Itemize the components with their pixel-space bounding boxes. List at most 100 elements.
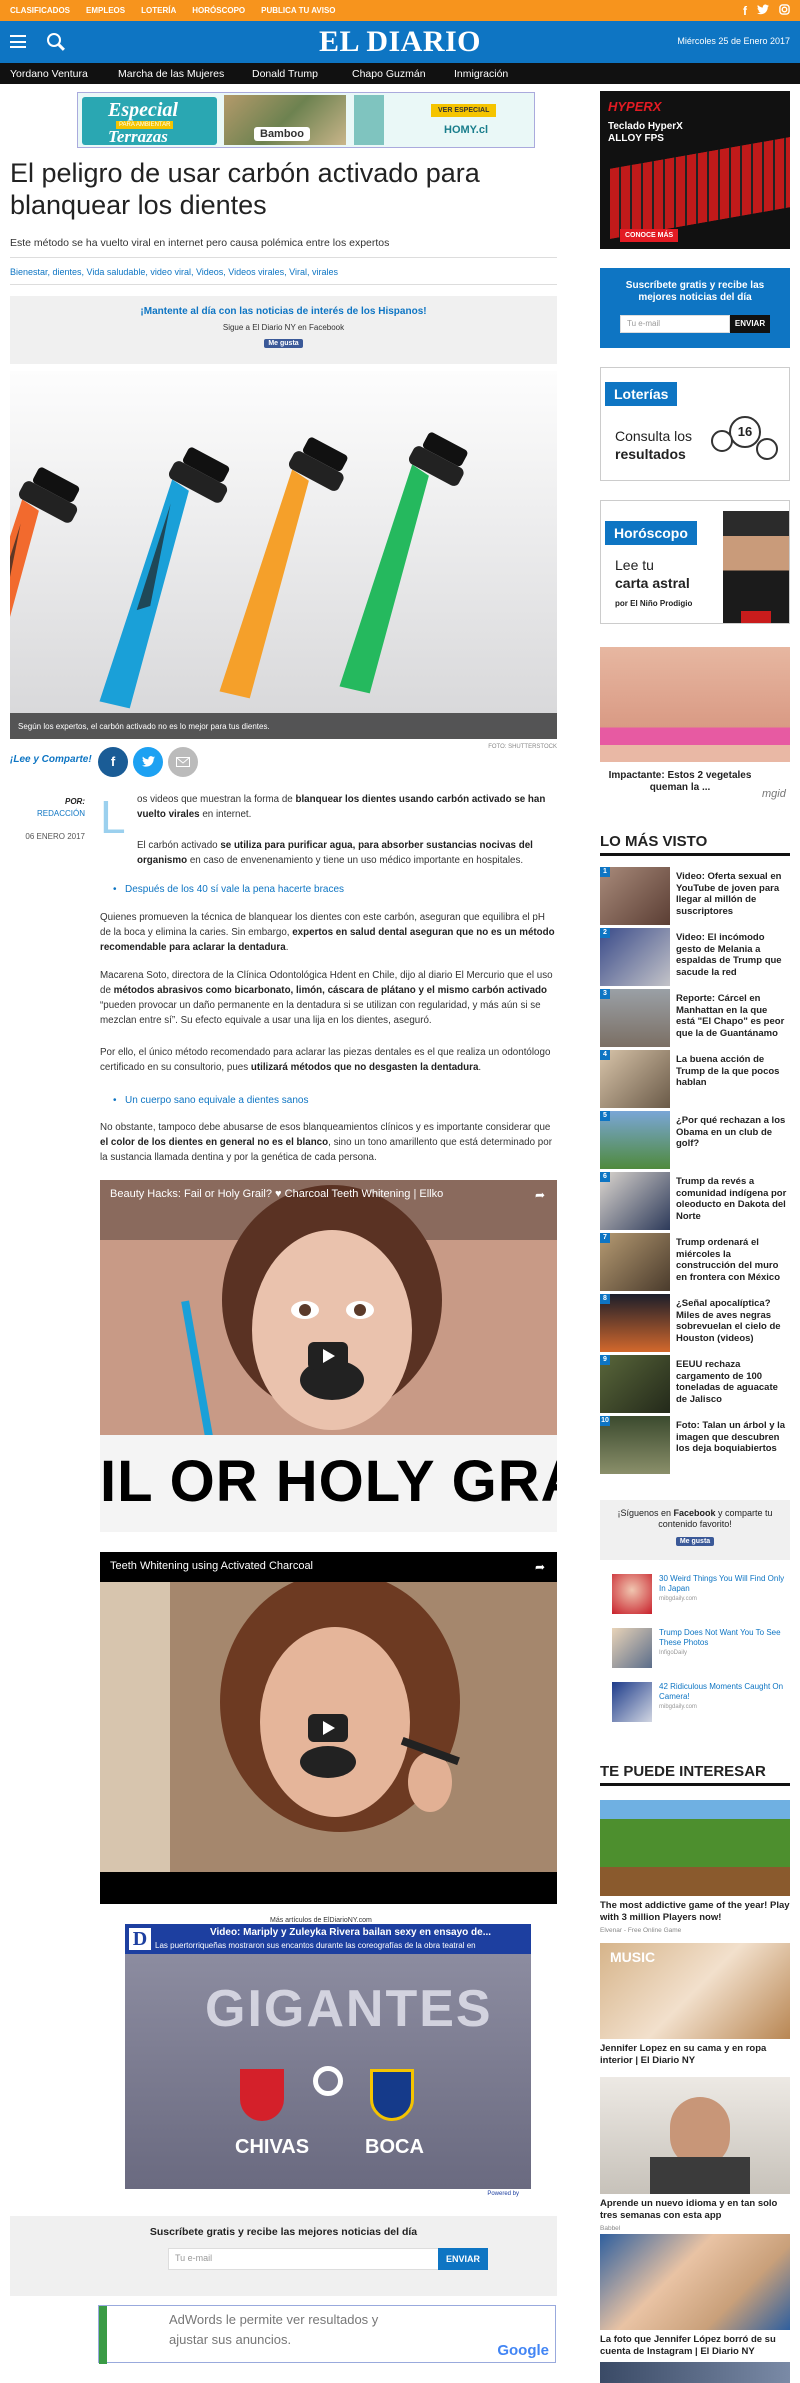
nav-item-chapo[interactable]: Chapo Guzmán xyxy=(352,68,426,80)
sidebar-hyperx-ad[interactable]: HYPERX Teclado HyperX ALLOY FPS CONOCE M… xyxy=(600,91,790,249)
dropcap: L xyxy=(100,791,126,843)
subscribe-box: Suscríbete gratis y recibe las mejores n… xyxy=(10,2216,557,2296)
mas-visto-item[interactable]: 9 EEUU rechaza cargamento de 100 tonelada… xyxy=(600,1355,790,1413)
article-tags[interactable]: Bienestar, dientes, Vida saludable, vide… xyxy=(10,267,338,277)
topbar-link-clasificados[interactable]: CLASIFICADOS xyxy=(10,6,70,15)
astrologer-photo xyxy=(723,511,789,623)
sidebar-fb-follow-box: ¡Síguenos en Facebook y comparte tu cont… xyxy=(600,1500,790,1560)
sidebar-subscribe-box: Suscríbete gratis y recibe las mejores n… xyxy=(600,268,790,348)
paragraph-3: Quienes promueven la técnica de blanquea… xyxy=(100,912,555,953)
horoscopo-text-2: carta astral xyxy=(615,575,690,591)
sidebar-subscribe-heading: Suscríbete gratis y recibe las mejores n… xyxy=(625,280,765,303)
subscribe-send-button[interactable]: ENVIAR xyxy=(438,2248,488,2270)
te-puede-image-2[interactable]: MUSIC xyxy=(600,1943,790,2039)
recommended-item[interactable]: 42 Ridiculous Moments Caught On Camera! m… xyxy=(612,1682,790,1727)
te-puede-image-3[interactable] xyxy=(600,2077,790,2194)
te-puede-title-2[interactable]: Jennifer Lopez en su cama y en ropa inte… xyxy=(600,2043,790,2067)
related-link-2[interactable]: Un cuerpo sano equivale a dientes sanos xyxy=(113,1095,308,1106)
header-date: Miércoles 25 de Enero 2017 xyxy=(677,36,790,46)
fb-follow-text: ¡Síguenos en Facebook y comparte tu cont… xyxy=(617,1508,773,1529)
divider xyxy=(10,257,557,258)
mas-visto-item[interactable]: 2 Video: El incómodo gesto de Melania a e… xyxy=(600,928,790,986)
sidebar-promo-text[interactable]: Impactante: Estos 2 vegetales queman la … xyxy=(605,770,755,794)
paragraph-6: No obstante, tampoco debe abusarse de es… xyxy=(100,1122,552,1163)
recommended-item[interactable]: 30 Weird Things You Will Find Only In Ja… xyxy=(612,1574,790,1619)
loterias-text-2: resultados xyxy=(615,446,686,462)
mas-visto-item[interactable]: 8 ¿Señal apocalíptica? Miles de aves negr… xyxy=(600,1294,790,1352)
horoscopo-text-1: Lee tu xyxy=(615,557,654,573)
chivas-crest-icon xyxy=(240,2069,284,2121)
sidebar-send-button[interactable]: ENVIAR xyxy=(730,315,770,333)
te-puede-title-4[interactable]: La foto que Jennifer López borró de su c… xyxy=(600,2334,790,2358)
more-video-team2: BOCA xyxy=(365,2136,424,2158)
trending-nav: Yordano Ventura Marcha de las Mujeres Do… xyxy=(0,63,800,84)
topbar-link-publica[interactable]: PUBLICA TU AVISO xyxy=(261,6,335,15)
nav-item-yordano[interactable]: Yordano Ventura xyxy=(10,68,88,80)
share-label: ¡Lee y Comparte! xyxy=(10,754,92,765)
mas-visto-item[interactable]: 10 Foto: Talan un árbol y la imagen que d… xyxy=(600,1416,790,1474)
nav-item-inmigracion[interactable]: Inmigración xyxy=(454,68,508,80)
topbar-link-horoscopo[interactable]: HORÓSCOPO xyxy=(192,6,245,15)
toothbrushes-illustration xyxy=(10,371,557,739)
ad-sub: Terrazas xyxy=(108,127,168,146)
nav-item-marcha[interactable]: Marcha de las Mujeres xyxy=(118,68,224,80)
subscribe-email-input[interactable]: Tu e-mail xyxy=(168,2248,448,2270)
twitter-icon[interactable] xyxy=(757,4,769,18)
te-puede-image-1[interactable] xyxy=(600,1800,790,1896)
hyperx-cta-button[interactable]: CONOCE MÁS xyxy=(620,229,679,242)
photo-credit: FOTO: SHUTTERSTOCK xyxy=(488,744,557,750)
te-puede-image-5[interactable] xyxy=(600,2362,790,2383)
ad-cta-button[interactable]: VER ESPECIAL xyxy=(431,104,497,117)
nav-item-trump[interactable]: Donald Trump xyxy=(252,68,318,80)
topbar-link-empleos[interactable]: EMPLEOS xyxy=(86,6,125,15)
fb-promo-heading: ¡Mantente al día con las noticias de int… xyxy=(140,306,427,317)
sidebar-email-input[interactable]: Tu e-mail xyxy=(620,315,730,333)
hero-caption: Según los expertos, el carbón activado n… xyxy=(10,713,557,739)
facebook-icon[interactable]: f xyxy=(743,4,747,18)
share-facebook-icon[interactable]: f xyxy=(98,747,128,777)
sidebar-promo-image[interactable] xyxy=(600,647,790,762)
divider xyxy=(10,284,557,285)
recommended-item[interactable]: Trump Does Not Want You To See These Pho… xyxy=(612,1628,790,1673)
mas-visto-item[interactable]: 4 La buena acción de Trump de la que poco… xyxy=(600,1050,790,1108)
video-player-1[interactable]: Beauty Hacks: Fail or Holy Grail? ♥ Char… xyxy=(100,1180,557,1532)
te-puede-image-4[interactable] xyxy=(600,2234,790,2330)
mas-visto-item[interactable]: 1 Video: Oferta sexual en YouTube de jove… xyxy=(600,867,790,925)
more-articles-widget[interactable]: D Video: Mariply y Zuleyka Rivera bailan… xyxy=(125,1924,531,2202)
article-subtitle: Este método se ha vuelto viral en intern… xyxy=(10,237,390,249)
sidebar-loterias-box[interactable]: Loterías Consulta los resultados 16 xyxy=(600,367,790,481)
horoscopo-label: Horóscopo xyxy=(605,521,697,545)
instagram-icon[interactable] xyxy=(779,3,790,18)
ad-store: HOMY.cl xyxy=(444,124,489,136)
video-1-title[interactable]: Beauty Hacks: Fail or Holy Grail? ♥ Char… xyxy=(110,1188,443,1200)
sidebar-fb-like-button[interactable]: Me gusta xyxy=(675,1537,715,1546)
video-share-icon[interactable]: ➦ xyxy=(535,1188,545,1202)
more-video-title[interactable]: Video: Mariply y Zuleyka Rivera bailan s… xyxy=(210,1927,491,1938)
share-email-icon[interactable] xyxy=(168,747,198,777)
boca-crest-icon xyxy=(370,2069,414,2121)
topbar-link-loteria[interactable]: LOTERÍA xyxy=(141,6,176,15)
video-2-title[interactable]: Teeth Whitening using Activated Charcoal xyxy=(110,1560,313,1572)
share-twitter-icon[interactable] xyxy=(133,747,163,777)
video-1-play-button[interactable] xyxy=(308,1342,348,1370)
fb-like-button[interactable]: Me gusta xyxy=(264,339,303,348)
google-adwords-ad[interactable]: AdWords le permite ver resultados y ajus… xyxy=(98,2305,556,2364)
related-link-1[interactable]: Después de los 40 sí vale la pena hacert… xyxy=(113,884,344,895)
powered-by: Powered by xyxy=(487,2191,519,2197)
video-2-play-button[interactable] xyxy=(308,1714,348,1742)
video-player-2[interactable]: Teeth Whitening using Activated Charcoal… xyxy=(100,1552,557,1904)
ad-headline: Especial xyxy=(108,99,178,121)
mas-visto-item[interactable]: 5 ¿Por qué rechazan a los Obama en un clu… xyxy=(600,1111,790,1169)
paragraph-1: os videos que muestran la forma de blanq… xyxy=(137,794,546,820)
mas-visto-item[interactable]: 6 Trump da revés a comunidad indígena por… xyxy=(600,1172,790,1230)
byline-date: 06 ENERO 2017 xyxy=(25,832,85,841)
te-puede-title-1[interactable]: The most addictive game of the year! Pla… xyxy=(600,1900,790,1924)
video-share-icon[interactable]: ➦ xyxy=(535,1560,545,1574)
mas-visto-item[interactable]: 7 Trump ordenará el miércoles la construc… xyxy=(600,1233,790,1291)
te-puede-title-3[interactable]: Aprende un nuevo idioma y en tan solo tr… xyxy=(600,2198,790,2222)
mas-visto-item[interactable]: 3 Reporte: Cárcel en Manhattan en la que … xyxy=(600,989,790,1047)
byline-author[interactable]: REDACCIÓN xyxy=(10,809,85,818)
top-banner-ad[interactable]: Especial PARA AMBIENTAR Terrazas Bamboo … xyxy=(77,92,535,148)
more-video-play-icon[interactable] xyxy=(313,2066,343,2096)
sidebar-horoscopo-box[interactable]: Horóscopo Lee tu carta astral por El Niñ… xyxy=(600,500,790,624)
